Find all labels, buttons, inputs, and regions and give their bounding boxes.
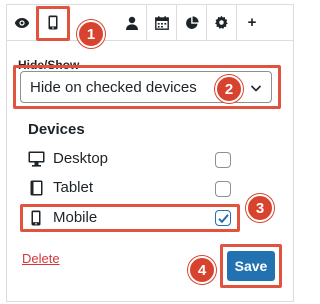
chevron-down-icon: [250, 81, 262, 98]
device-label-mobile: Mobile: [53, 209, 98, 226]
annotation-badge-3: 3: [246, 194, 274, 222]
tab-schedule[interactable]: [147, 5, 177, 40]
tab-settings[interactable]: [207, 5, 237, 40]
pie-chart-icon: [185, 15, 199, 30]
desktop-icon: [28, 151, 45, 172]
hide-show-selected: Hide on checked devices: [30, 78, 197, 96]
mobile-icon: [48, 15, 58, 30]
device-label-desktop: Desktop: [53, 150, 109, 167]
device-label-tablet: Tablet: [53, 179, 94, 196]
user-icon: [125, 16, 139, 30]
hide-show-label: Hide/Show: [18, 58, 80, 72]
annotation-badge-2: 2: [215, 75, 243, 103]
tab-visibility[interactable]: [7, 5, 37, 40]
save-button[interactable]: Save: [227, 251, 275, 281]
annotation-badge-1: 1: [77, 20, 105, 48]
plus-icon: +: [247, 14, 257, 31]
tablet-checkbox[interactable]: [215, 181, 231, 197]
eye-icon: [14, 17, 30, 29]
gear-icon: [214, 15, 229, 30]
delete-link[interactable]: Delete: [22, 251, 60, 266]
device-row-desktop: Desktop: [28, 149, 238, 171]
annotation-badge-4: 4: [188, 256, 216, 284]
tab-user[interactable]: [117, 5, 147, 40]
mobile-checkbox[interactable]: [215, 210, 231, 226]
desktop-checkbox[interactable]: [215, 152, 231, 168]
tab-add[interactable]: +: [237, 5, 267, 40]
tab-devices[interactable]: [37, 5, 69, 40]
calendar-icon: [154, 15, 169, 30]
devices-title: Devices: [28, 121, 85, 138]
tab-bar: +: [7, 5, 293, 41]
mobile-icon: [31, 210, 41, 231]
device-row-mobile: Mobile: [28, 208, 238, 230]
tab-stats[interactable]: [177, 5, 207, 40]
device-row-tablet: Tablet: [28, 178, 238, 200]
tablet-icon: [30, 180, 43, 201]
